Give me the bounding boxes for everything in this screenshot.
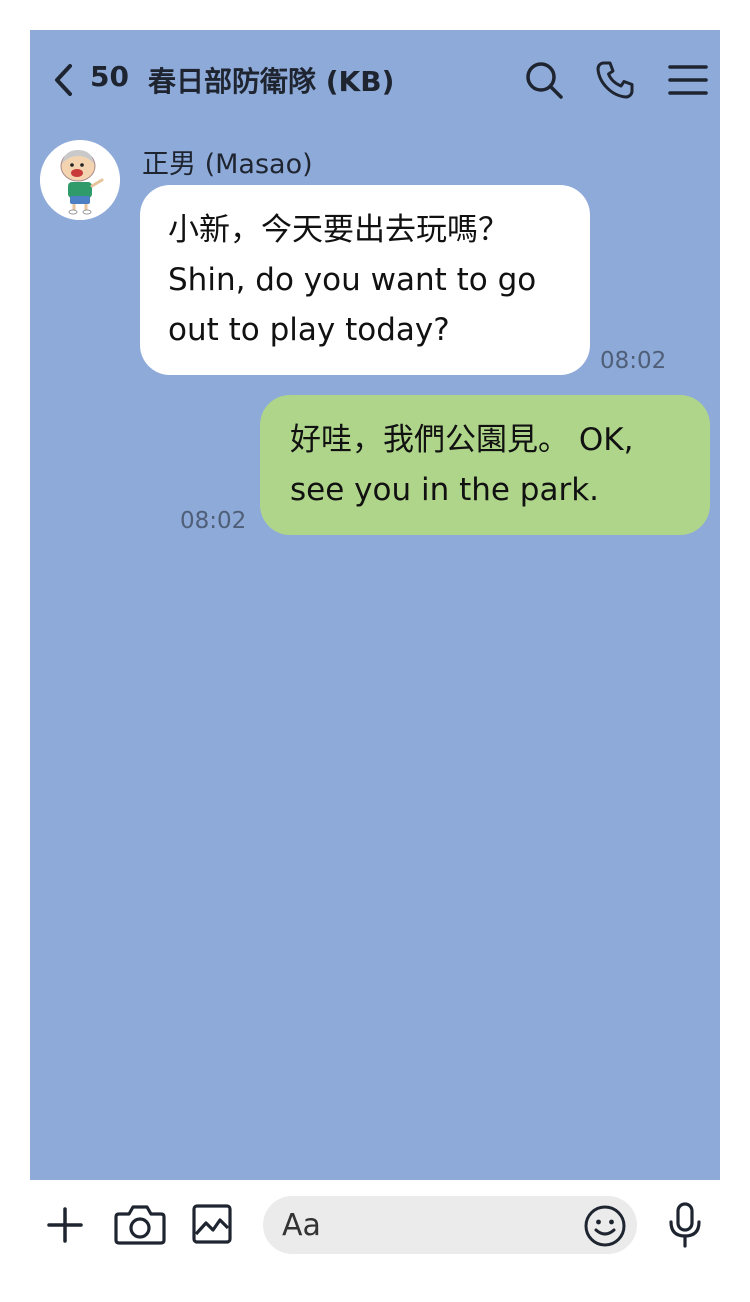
message-text: out to play today? [168, 312, 450, 348]
message-input-placeholder: Aa [282, 1208, 321, 1243]
message-text: 好哇，我們公園見。 OK, [290, 422, 634, 458]
unread-count: 50 [90, 60, 129, 93]
emoji-icon [584, 1205, 626, 1247]
plus-icon [47, 1207, 83, 1243]
chat-header: 50 春日部防衛隊 (KB) [30, 30, 720, 130]
message-input[interactable]: Aa [263, 1196, 637, 1254]
chat-area: 50 春日部防衛隊 (KB) 正男 (Masao) 小新，今天要出去玩嗎？ Sh… [30, 30, 720, 1180]
microphone-icon [669, 1202, 701, 1248]
phone-icon [596, 61, 634, 99]
outgoing-message-bubble[interactable]: 好哇，我們公園見。 OK, see you in the park. [260, 395, 710, 535]
message-timestamp: 08:02 [180, 508, 247, 534]
image-icon [192, 1204, 232, 1244]
menu-icon [668, 65, 708, 95]
message-text: 小新，今天要出去玩嗎？ [168, 212, 509, 248]
menu-button[interactable] [668, 60, 708, 100]
chat-title: 春日部防衛隊 (KB) [148, 65, 395, 98]
message-text: Shin, do you want to go [168, 262, 537, 298]
message-timestamp: 08:02 [600, 348, 667, 374]
voice-button[interactable] [666, 1202, 704, 1248]
sender-name: 正男 (Masao) [142, 149, 313, 180]
search-icon [526, 62, 563, 99]
emoji-button[interactable] [583, 1204, 627, 1248]
masao-avatar-icon [40, 140, 120, 220]
gallery-button[interactable] [192, 1204, 232, 1244]
message-text: see you in the park. [290, 472, 600, 508]
message-input-bar: Aa [0, 1180, 750, 1302]
incoming-message-bubble[interactable]: 小新，今天要出去玩嗎？ Shin, do you want to go out … [140, 185, 590, 375]
chevron-left-icon [55, 64, 72, 96]
call-button[interactable] [595, 60, 635, 100]
avatar[interactable] [40, 140, 120, 220]
add-button[interactable] [46, 1206, 84, 1244]
back-button[interactable] [52, 62, 76, 98]
search-button[interactable] [524, 60, 564, 100]
camera-button[interactable] [114, 1202, 166, 1246]
camera-icon [114, 1205, 166, 1245]
